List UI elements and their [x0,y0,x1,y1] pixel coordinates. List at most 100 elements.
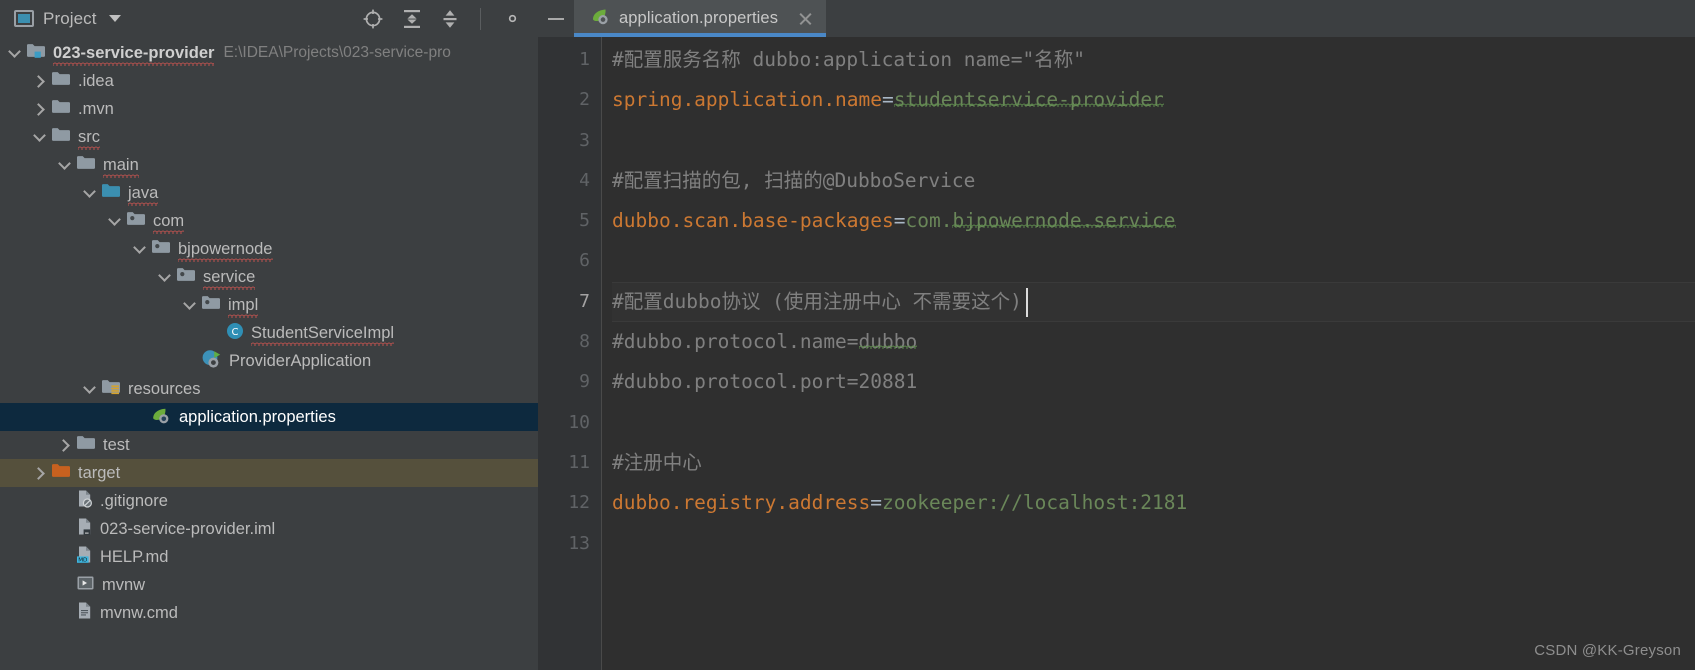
tree-node-service[interactable]: service [0,263,538,291]
tree-node-impl[interactable]: impl [0,291,538,319]
tree-node-label: ProviderApplication [229,351,372,370]
chevron-down-icon[interactable] [58,158,72,172]
code-token: :application name="名称" [811,48,1085,71]
tab-application-properties[interactable]: application.properties [574,0,827,37]
collapse-all-icon[interactable] [440,8,460,30]
tree-node-application-properties[interactable]: application.properties [0,403,538,431]
tree-node-src[interactable]: src [0,123,538,151]
tree-node-studentserviceimpl[interactable]: C StudentServiceImpl [0,319,538,347]
code-token: #注册中心 [612,450,702,474]
close-icon[interactable] [797,10,814,27]
code-token: #dubbo.protocol.name= [612,330,859,354]
code-line[interactable]: #配置服务名称 dubbo:application name="名称" [612,40,1695,80]
tree-node-label: service [203,267,256,290]
tree-node-label: 023-service-provider.iml [100,519,276,538]
tree-node-label: test [103,435,130,454]
code-line[interactable] [612,241,1695,281]
chevron-right-icon[interactable] [33,102,47,116]
code-line[interactable]: dubbo.registry.address=zookeeper://local… [612,483,1695,523]
code-line[interactable] [612,403,1695,443]
tree-node-java[interactable]: java [0,179,538,207]
line-number: 11 [568,451,590,473]
code-line[interactable] [612,121,1695,161]
tree-node-mvn[interactable]: .mvn [0,95,538,123]
code-line[interactable]: #dubbo.protocol.port=20881 [612,362,1695,402]
code-line[interactable]: #配置dubbo协议 (使用注册中心 不需要这个) [612,281,1695,323]
line-number: 5 [579,210,590,232]
code-line[interactable] [612,524,1695,564]
code-token: bjpowernode.service [952,209,1176,233]
gear-icon[interactable] [501,7,524,30]
code-token: dubbo.scan.base-packages [612,209,894,233]
tree-node-idea[interactable]: .idea [0,67,538,95]
tree-node-023-service-provider-iml[interactable]: 023-service-provider.iml [0,515,538,543]
tree-node-gitignore[interactable]: .gitignore [0,487,538,515]
tree-node-bjpowernode[interactable]: bjpowernode [0,235,538,263]
tree-node-target[interactable]: target [0,459,538,487]
code-line[interactable]: spring.application.name=studentservice-p… [612,80,1695,120]
tree-node-test[interactable]: test [0,431,538,459]
chevron-down-icon[interactable] [108,15,121,22]
code-token: com. [905,209,953,233]
tree-node-com[interactable]: com [0,207,538,235]
code-line[interactable]: #dubbo.protocol.name=dubbo [612,322,1695,362]
code-line[interactable]: #注册中心 [612,443,1695,483]
line-number: 3 [579,129,590,151]
code-token: #配置dubbo协议 (使用注册中心 不需要这个) [612,289,1022,313]
tree-node-label: StudentServiceImpl [251,323,395,346]
code-token: #配置扫描的包, 扫描的@DubboService [612,168,976,192]
tree-node-label: resources [128,379,201,398]
tree-node-help-md[interactable]: MD HELP.md [0,543,538,571]
chevron-right-icon[interactable] [33,74,47,88]
tree-node-label: .mvn [78,99,114,118]
tree-node-023-service-provider[interactable]: 023-service-provider E:\IDEA\Projects\023… [0,39,538,67]
tree-node-label: src [78,127,100,150]
minimize-icon[interactable] [538,0,574,37]
expand-all-icon[interactable] [402,8,422,30]
tree-node-providerapplication[interactable]: ProviderApplication [0,347,538,375]
gitignore-file-icon [76,489,93,513]
project-panel-header: Project [0,0,538,37]
chevron-down-icon[interactable] [108,214,122,228]
line-number: 9 [579,371,590,393]
code-editor[interactable]: 1 2 3 4 5 6 7 8 9 10 11 12 13 #配置服务名称 dubbo:applicat… [538,37,1695,670]
chevron-down-icon[interactable] [158,270,172,284]
code-content[interactable]: #配置服务名称 dubbo:application name="名称" sprin… [602,37,1695,670]
tree-node-mvnw-cmd[interactable]: mvnw.cmd [0,599,538,627]
project-panel-toolbar [362,7,538,30]
code-line[interactable]: dubbo.scan.base-packages=com.bjpowernode… [612,201,1695,241]
code-token: #dubbo.protocol.port=20881 [612,370,918,394]
code-token: = [870,491,883,515]
source-root-folder-icon [101,182,121,204]
tree-node-mvnw[interactable]: mvnw [0,571,538,599]
code-token: studentservice-provider [893,88,1164,112]
project-tree[interactable]: 023-service-provider E:\IDEA\Projects\023… [0,37,538,627]
idea-window: Project 023-service-provider E:\IDEA\Pro… [0,0,1695,670]
svg-text:MD: MD [78,558,87,564]
line-number: 1 [579,49,590,70]
script-file-icon [76,574,95,597]
chevron-down-icon[interactable] [133,242,147,256]
spring-properties-icon [151,405,172,430]
chevron-right-icon[interactable] [33,466,47,480]
chevron-down-icon[interactable] [183,298,197,312]
tree-node-label: mvnw.cmd [100,603,178,622]
package-folder-icon [126,210,146,232]
chevron-down-icon[interactable] [33,130,47,144]
chevron-down-icon[interactable] [83,382,97,396]
tree-node-main[interactable]: main [0,151,538,179]
chevron-down-icon[interactable] [8,46,22,60]
markdown-file-icon: MD [76,545,93,569]
locate-icon[interactable] [362,8,384,30]
folder-icon [76,154,96,176]
chevron-right-icon[interactable] [58,438,72,452]
chevron-down-icon[interactable] [83,186,97,200]
project-window-icon [14,10,34,27]
code-line[interactable]: #配置扫描的包, 扫描的@DubboService [612,161,1695,201]
tree-node-resources[interactable]: resources [0,375,538,403]
code-token: dubbo.registry.address [612,491,871,515]
